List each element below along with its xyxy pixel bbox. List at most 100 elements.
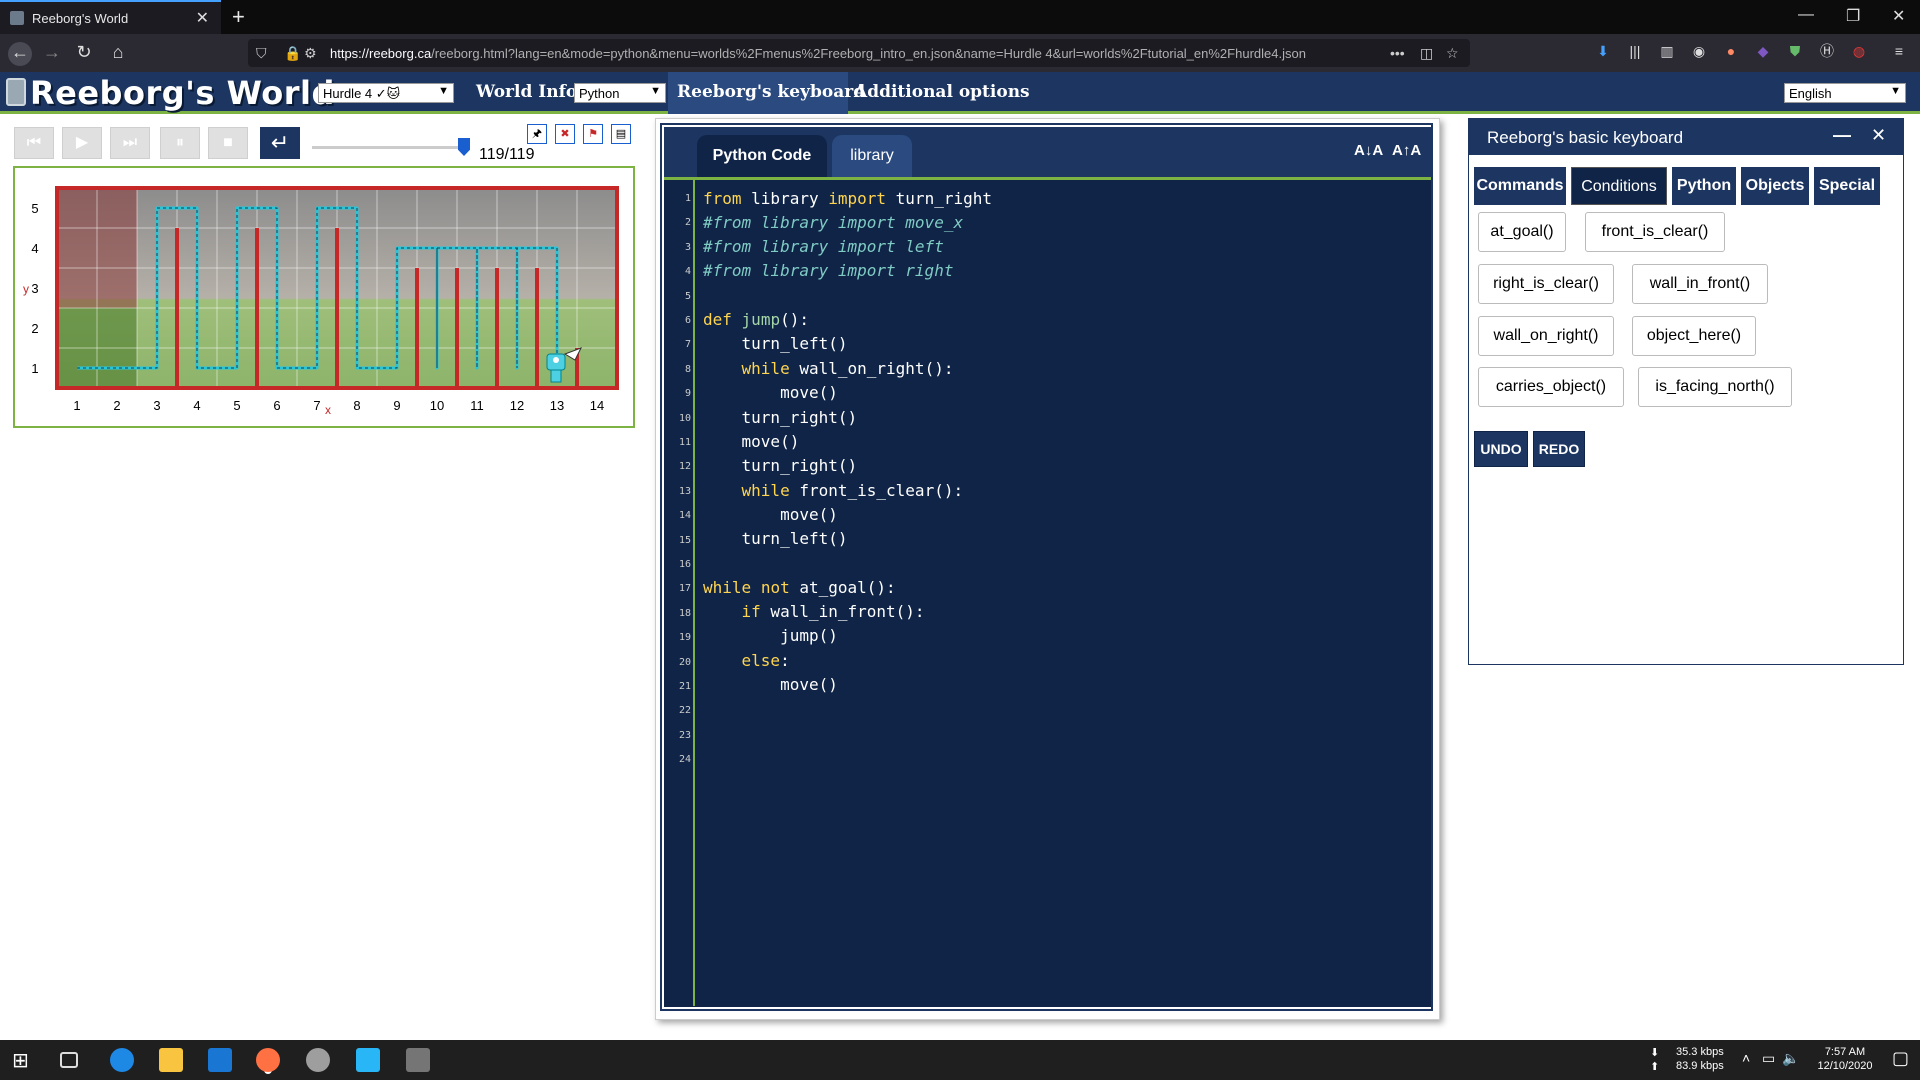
code-line: move() xyxy=(703,383,838,402)
close-tab-icon[interactable]: ✕ xyxy=(196,8,209,28)
mail-icon[interactable] xyxy=(208,1048,232,1072)
world-select[interactable]: Hurdle 4 ✓🐱 ▼ xyxy=(318,83,454,103)
keyboard-title-bar[interactable]: Reeborg's basic keyboard — ✕ xyxy=(1469,119,1903,155)
browser-tab[interactable]: Reeborg's World ✕ xyxy=(0,0,221,34)
key-right-is-clear[interactable]: right_is_clear() xyxy=(1478,264,1614,304)
x-tick-label: 1 xyxy=(73,398,80,413)
world-canvas-frame: 1 2 3 4 5 6 7 8 9 10 11 12 13 14 1 2 3 4 5 y x xyxy=(13,166,635,428)
tab-python[interactable]: Python xyxy=(1672,167,1736,205)
sync-app-icon[interactable] xyxy=(356,1048,380,1072)
redo-button[interactable]: REDO xyxy=(1533,431,1585,467)
stop-button[interactable]: ■ xyxy=(208,127,248,159)
tab-library[interactable]: library xyxy=(832,135,912,177)
clock-time[interactable]: 7:57 AM xyxy=(1810,1046,1880,1058)
key-carries-object[interactable]: carries_object() xyxy=(1478,367,1624,407)
task-view-icon[interactable] xyxy=(60,1052,78,1068)
run-button[interactable]: ▶ xyxy=(62,127,102,159)
world-canvas[interactable]: 1 2 3 4 5 6 7 8 9 10 11 12 13 1412345yx xyxy=(15,168,633,426)
x-tick-label: 2 xyxy=(113,398,120,413)
font-larger-button[interactable]: A↑A xyxy=(1392,142,1421,159)
account-icon[interactable]: ◉ xyxy=(1690,42,1708,60)
reload-icon[interactable]: ↻ xyxy=(72,42,96,66)
highlight-icon[interactable]: 🖈 xyxy=(527,124,547,144)
minimize-window-icon[interactable]: — xyxy=(1798,6,1814,24)
speed-slider-track[interactable] xyxy=(312,146,468,149)
font-smaller-button[interactable]: A↓A xyxy=(1354,142,1383,159)
extension-3-icon[interactable]: ⛊ xyxy=(1786,42,1804,60)
line-number: 23 xyxy=(678,729,691,741)
windows-start-icon[interactable]: ⊞ xyxy=(12,1048,36,1072)
shield-icon[interactable]: ⛉ xyxy=(256,45,267,62)
language-select[interactable]: English ▼ xyxy=(1784,83,1906,103)
step-button[interactable]: ⏭ xyxy=(110,127,150,159)
key-at-goal[interactable]: at_goal() xyxy=(1478,212,1566,252)
additional-options-button[interactable]: Additional options xyxy=(854,82,1030,102)
code-editor[interactable]: 1 2 3 4 5 6 7 8 9 10 11 12 13 14 15 16 17 18 19 20 21 22 23 24 … xyxy=(664,177,1431,1007)
new-tab-icon[interactable]: + xyxy=(232,4,245,30)
key-wall-on-right[interactable]: wall_on_right() xyxy=(1478,316,1614,356)
app-icon[interactable] xyxy=(306,1048,330,1072)
edge-icon[interactable] xyxy=(110,1048,134,1072)
no-highlight-icon[interactable]: ✖ xyxy=(555,124,575,144)
extension-1-icon[interactable]: ● xyxy=(1722,42,1740,60)
reeborg-logo-icon xyxy=(6,78,26,106)
sidebar-icon[interactable]: ▥ xyxy=(1658,42,1676,60)
back-icon[interactable]: ← xyxy=(8,42,32,66)
chevron-up-icon[interactable]: ˄ xyxy=(1742,1050,1750,1066)
speed-slider-handle[interactable] xyxy=(458,138,470,156)
url-bar[interactable]: ⛉ 🔒 ⚙ https://reeborg.ca/reeborg.html?la… xyxy=(248,39,1470,67)
code-line: #from library import left xyxy=(703,237,944,256)
y-tick-label: 1 xyxy=(31,361,38,376)
notifications-icon[interactable]: ▢ xyxy=(1892,1048,1909,1069)
calculator-icon[interactable] xyxy=(406,1048,430,1072)
key-object-here[interactable]: object_here() xyxy=(1632,316,1756,356)
close-window-icon[interactable]: ✕ xyxy=(1892,6,1905,26)
x-tick-label: 10 xyxy=(430,398,444,413)
clock-date[interactable]: 12/10/2020 xyxy=(1810,1060,1880,1072)
code-line: #from library import move_x xyxy=(703,213,964,232)
downloads-icon[interactable]: ⬇ xyxy=(1594,42,1612,60)
pocket-icon[interactable]: ◫ xyxy=(1420,45,1433,62)
firefox-icon[interactable] xyxy=(256,1048,280,1072)
restore-window-icon[interactable]: ❐ xyxy=(1846,6,1860,26)
home-icon[interactable]: ⌂ xyxy=(106,42,130,66)
permissions-icon[interactable]: ⚙ xyxy=(304,45,317,62)
code-line: else: xyxy=(741,651,790,670)
step-back-button[interactable]: ⏮ xyxy=(14,127,54,159)
line-number: 3 xyxy=(684,241,691,253)
ublock-icon[interactable]: ◍ xyxy=(1850,42,1868,60)
library-icon[interactable]: ||| xyxy=(1626,42,1644,60)
minimize-icon[interactable]: — xyxy=(1833,125,1851,146)
code-line: move() xyxy=(703,505,838,524)
undo-button[interactable]: UNDO xyxy=(1474,431,1528,467)
key-wall-in-front[interactable]: wall_in_front() xyxy=(1632,264,1768,304)
tab-conditions[interactable]: Conditions xyxy=(1571,167,1667,205)
world-info-button[interactable]: World Info xyxy=(476,82,577,102)
key-front-is-clear[interactable]: front_is_clear() xyxy=(1585,212,1725,252)
mode-select[interactable]: Python ▼ xyxy=(574,83,666,103)
reeborg-keyboard-button[interactable]: Reeborg's keyboard xyxy=(677,82,865,102)
page-actions-icon[interactable]: ••• xyxy=(1390,45,1405,61)
lock-icon[interactable]: 🔒 xyxy=(284,45,301,62)
file-explorer-icon[interactable] xyxy=(159,1048,183,1072)
tab-objects[interactable]: Objects xyxy=(1741,167,1809,205)
tab-commands[interactable]: Commands xyxy=(1474,167,1566,205)
extension-2-icon[interactable]: ◆ xyxy=(1754,42,1772,60)
pause-button[interactable]: ⏸ xyxy=(160,127,200,159)
extension-4-icon[interactable]: Ⓗ xyxy=(1818,42,1836,60)
bookmark-star-icon[interactable]: ☆ xyxy=(1446,45,1459,62)
code-line: #from library import right xyxy=(703,261,954,280)
key-is-facing-north[interactable]: is_facing_north() xyxy=(1638,367,1792,407)
flag-icon[interactable]: ⚑ xyxy=(583,124,603,144)
menu-icon[interactable]: ≡ xyxy=(1890,42,1908,60)
forward-icon[interactable]: → xyxy=(40,42,64,66)
close-icon[interactable]: ✕ xyxy=(1871,125,1886,146)
reload-button[interactable]: ↵ xyxy=(260,127,300,159)
edit-world-icon[interactable]: ▤ xyxy=(611,124,631,144)
windows-taskbar: ⊞ ⬇ ⬆ 35.3 kbps 83.9 kbps ˄ ▭ 🔈 7:57 AM … xyxy=(0,1040,1920,1080)
tab-python-code[interactable]: Python Code xyxy=(697,135,827,177)
network-icon[interactable]: ▭ xyxy=(1762,1050,1775,1067)
volume-icon[interactable]: 🔈 xyxy=(1782,1050,1799,1067)
code-line: def jump(): xyxy=(703,310,809,329)
tab-special[interactable]: Special xyxy=(1814,167,1880,205)
